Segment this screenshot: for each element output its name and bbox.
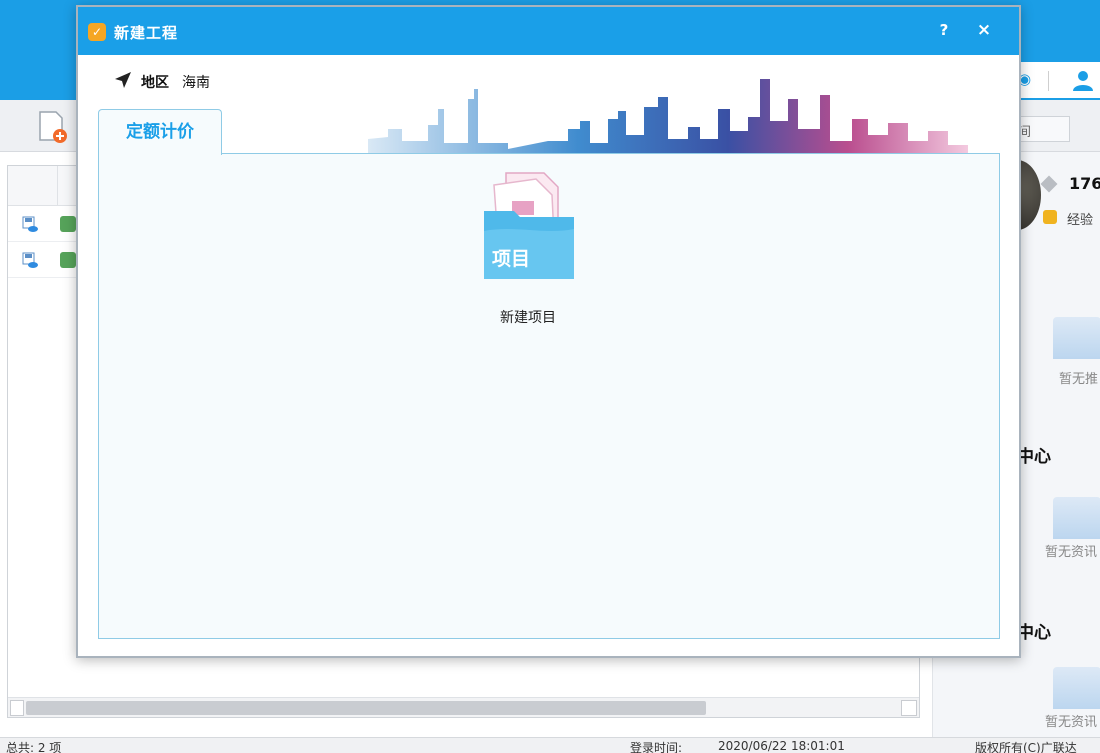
close-button[interactable]: × <box>974 20 994 40</box>
login-time-label: 登录时间: <box>630 741 683 753</box>
cloud-save-icon[interactable] <box>22 216 38 232</box>
logo-icon: ✓ <box>88 23 106 41</box>
estimate-icon <box>60 252 76 268</box>
scroll-thumb[interactable] <box>26 701 706 715</box>
cloud-save-icon[interactable] <box>22 252 38 268</box>
copyright-text: 版权所有(C)广联达 <box>975 741 1077 753</box>
scroll-left-button[interactable] <box>10 700 24 716</box>
empty-news-text: 暂无资讯 <box>1045 545 1098 560</box>
diamond-icon <box>1040 175 1058 193</box>
status-bar: 总共: 2 项 登录时间: 2020/06/22 18:01:01 版权所有(C… <box>0 737 1100 753</box>
tab-quota-pricing[interactable]: 定额计价 <box>98 109 222 155</box>
new-project-dialog: ✓ 新建工程 ? × 地区 海南 定额计价 项目 新建项目 <box>76 5 1021 658</box>
project-icon-text: 项目 <box>492 248 530 270</box>
divider <box>1048 71 1049 91</box>
region-label: 地区 <box>141 75 169 91</box>
empty-illustration <box>1053 667 1100 709</box>
help-button[interactable]: ? <box>934 21 954 41</box>
scroll-right-button[interactable] <box>901 700 917 716</box>
coins-icon <box>1043 210 1057 224</box>
header-tools: ◉ <box>1010 62 1100 98</box>
total-count: 总共: 2 项 <box>6 741 62 753</box>
folder-project-icon[interactable]: 项目 <box>484 171 576 279</box>
login-time-value: 2020/06/22 18:01:01 <box>718 739 845 753</box>
empty-recommend-text: 暂无推 <box>1059 372 1099 387</box>
new-project-label[interactable]: 新建项目 <box>478 307 578 327</box>
region-value[interactable]: 海南 <box>182 72 210 92</box>
dialog-title: 新建工程 <box>114 24 179 42</box>
dialog-titlebar[interactable]: ✓ 新建工程 ? × <box>78 7 1019 55</box>
user-icon[interactable] <box>1070 67 1096 93</box>
estimate-icon <box>60 216 76 232</box>
empty-news-text: 暂无资讯 <box>1045 715 1098 730</box>
points-value: 176 <box>1069 174 1100 193</box>
empty-illustration <box>1053 317 1100 359</box>
column-header[interactable] <box>8 166 58 205</box>
horizontal-scrollbar[interactable] <box>8 697 919 717</box>
experience-label: 经验 <box>1067 213 1094 228</box>
new-file-icon[interactable] <box>38 110 68 144</box>
section-title: 中心 <box>1017 623 1051 643</box>
city-skyline-graphic <box>368 79 968 159</box>
location-arrow-icon <box>115 72 131 88</box>
section-title: 中心 <box>1017 447 1051 467</box>
new-project-tile[interactable]: 项目 新建项目 <box>478 171 578 331</box>
empty-illustration <box>1053 497 1100 539</box>
